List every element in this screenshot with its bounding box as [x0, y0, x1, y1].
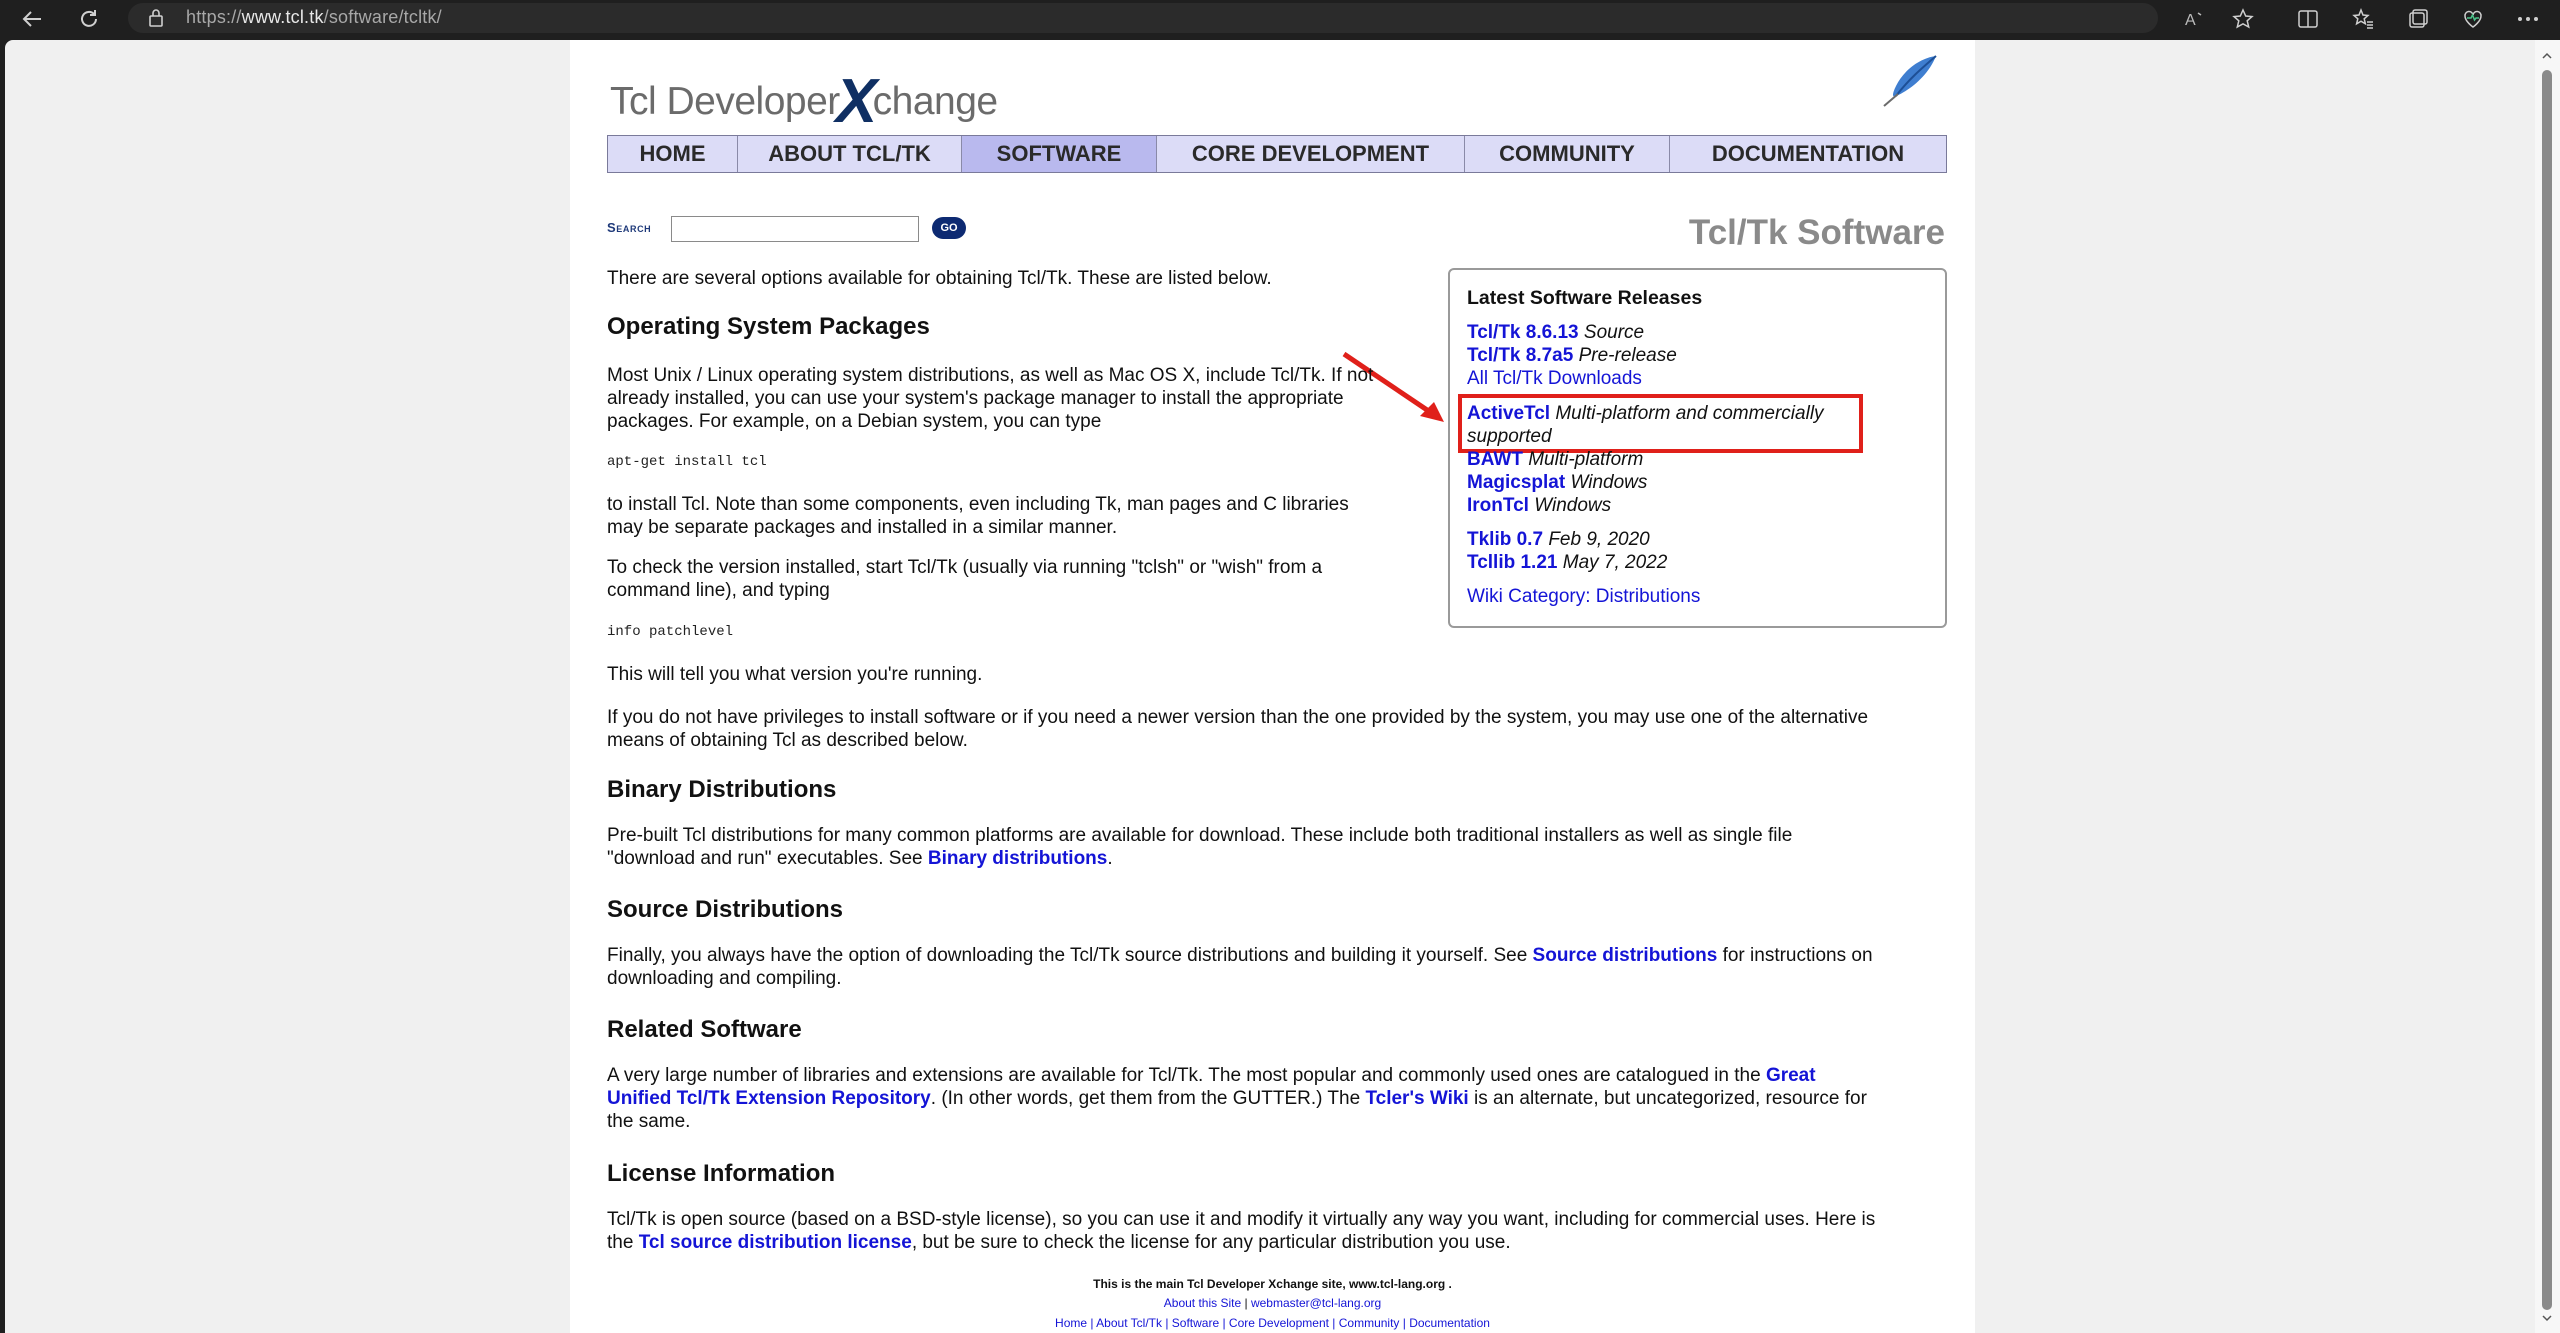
back-icon[interactable] — [16, 3, 48, 35]
code-info-patchlevel: info patchlevel — [607, 624, 734, 640]
release-irontcl: IronTcl Windows — [1467, 495, 1612, 516]
site-logo[interactable]: Tcl DeveloperXchange — [610, 58, 998, 136]
favorites-icon[interactable] — [2348, 4, 2378, 34]
refresh-icon[interactable] — [73, 3, 105, 35]
page-container: Tcl DeveloperXchange HOME ABOUT TCL/TK S… — [570, 40, 1975, 1333]
lock-icon[interactable] — [148, 8, 164, 33]
binary-paragraph: Pre-built Tcl distributions for many com… — [607, 825, 1793, 869]
binary-distributions-link[interactable]: Binary distributions — [928, 848, 1107, 869]
release-link[interactable]: Tcl/Tk 8.7a5 — [1467, 345, 1573, 366]
split-screen-icon[interactable] — [2293, 4, 2323, 34]
os-paragraph-3: To check the version installed, start Tc… — [607, 557, 1323, 601]
menu-about[interactable]: ABOUT TCL/TK — [738, 136, 962, 172]
menu-software[interactable]: SOFTWARE — [962, 136, 1157, 172]
source-paragraph: Finally, you always have the option of d… — [607, 945, 1873, 989]
gutter-link-cont[interactable]: Unified Tcl/Tk Extension Repository — [607, 1088, 931, 1109]
release-tcltk-8613: Tcl/Tk 8.6.13 Source — [1467, 322, 1645, 343]
license-link[interactable]: Tcl source distribution license — [639, 1232, 912, 1253]
release-link[interactable]: Tcl/Tk 8.6.13 — [1467, 322, 1579, 343]
release-tcltk-87a5: Tcl/Tk 8.7a5 Pre-release — [1467, 345, 1677, 366]
heading-source: Source Distributions — [607, 896, 844, 923]
code-apt-get: apt-get install tcl — [607, 454, 767, 470]
os-paragraph-5: If you do not have privileges to install… — [607, 707, 1869, 751]
release-wiki-category: Wiki Category: Distributions — [1467, 586, 1700, 608]
latest-releases-box: Latest Software Releases Tcl/Tk 8.6.13 S… — [1448, 268, 1947, 628]
intro-text: There are several options available for … — [607, 268, 1272, 289]
menu-documentation[interactable]: DOCUMENTATION — [1670, 136, 1946, 172]
feather-icon — [1870, 50, 1940, 115]
menu-core-development[interactable]: CORE DEVELOPMENT — [1157, 136, 1465, 172]
page-viewport: Tcl DeveloperXchange HOME ABOUT TCL/TK S… — [5, 40, 2535, 1333]
about-site-link[interactable]: About this Site — [1164, 1296, 1241, 1310]
gutter-link[interactable]: Great — [1766, 1065, 1816, 1086]
tklib-link[interactable]: Tklib 0.7 — [1467, 529, 1543, 550]
search-input[interactable] — [671, 216, 919, 242]
release-activetcl: ActiveTcl Multi-platform and commerciall… — [1467, 403, 1824, 424]
vertical-scrollbar[interactable] — [2535, 40, 2560, 1333]
favorite-star-icon[interactable] — [2228, 4, 2258, 34]
release-activetcl-note: supported — [1467, 426, 1552, 447]
heading-os-packages: Operating System Packages — [607, 313, 930, 340]
related-paragraph: A very large number of libraries and ext… — [607, 1065, 1867, 1132]
tclers-wiki-link[interactable]: Tcler's Wiki — [1365, 1088, 1468, 1109]
os-paragraph-2: to install Tcl. Note than some component… — [607, 494, 1349, 538]
search-go-button[interactable]: GO — [932, 217, 966, 239]
main-menu: HOME ABOUT TCL/TK SOFTWARE CORE DEVELOPM… — [607, 135, 1947, 173]
footer-nav-links[interactable]: Home | About Tcl/Tk | Software | Core De… — [1055, 1316, 1490, 1330]
footer-main: This is the main Tcl Developer Xchange s… — [1093, 1277, 1452, 1291]
collections-icon[interactable] — [2403, 4, 2433, 34]
browser-essentials-icon[interactable] — [2458, 4, 2488, 34]
webmaster-link[interactable]: webmaster@tcl-lang.org — [1251, 1296, 1381, 1310]
read-aloud-icon[interactable]: A — [2180, 4, 2210, 34]
heading-binary: Binary Distributions — [607, 776, 837, 803]
heading-related: Related Software — [607, 1016, 802, 1043]
irontcl-link[interactable]: IronTcl — [1467, 495, 1529, 516]
release-all-downloads: All Tcl/Tk Downloads — [1467, 368, 1642, 390]
url-text: https://www.tcl.tk/software/tcltk/ — [186, 7, 442, 27]
menu-home[interactable]: HOME — [608, 136, 738, 172]
footer-links: About this Site | webmaster@tcl-lang.org — [1163, 1296, 1382, 1310]
os-paragraph-4: This will tell you what version you're r… — [607, 664, 983, 685]
release-bawt: BAWT Multi-platform — [1467, 449, 1644, 470]
svg-text:A: A — [2185, 12, 2196, 29]
activetcl-link[interactable]: ActiveTcl — [1467, 403, 1550, 424]
scroll-thumb[interactable] — [2542, 70, 2552, 1310]
license-paragraph: Tcl/Tk is open source (based on a BSD-st… — [607, 1209, 1876, 1253]
magicsplat-link[interactable]: Magicsplat — [1467, 472, 1565, 493]
source-distributions-link[interactable]: Source distributions — [1533, 945, 1718, 966]
tcllib-link[interactable]: Tcllib 1.21 — [1467, 552, 1557, 573]
release-tklib: Tklib 0.7 Feb 9, 2020 — [1467, 529, 1650, 550]
more-menu-icon[interactable] — [2513, 4, 2543, 34]
search-label: Search — [607, 220, 652, 235]
releases-header: Latest Software Releases — [1467, 287, 1703, 309]
scroll-up-icon[interactable] — [2541, 50, 2553, 62]
scroll-down-icon[interactable] — [2541, 1312, 2553, 1324]
page-title: Tcl/Tk Software — [1688, 213, 1945, 252]
all-downloads-link[interactable]: All Tcl/Tk Downloads — [1467, 368, 1642, 389]
release-tcllib: Tcllib 1.21 May 7, 2022 — [1467, 552, 1668, 573]
release-magicsplat: Magicsplat Windows — [1467, 472, 1648, 493]
heading-license: License Information — [607, 1160, 836, 1187]
menu-community[interactable]: COMMUNITY — [1465, 136, 1670, 172]
os-paragraph-1: Most Unix / Linux operating system distr… — [607, 365, 1374, 432]
browser-toolbar: https://www.tcl.tk/software/tcltk/ A — [0, 0, 2560, 37]
bawt-link[interactable]: BAWT — [1467, 449, 1523, 470]
wiki-category-link[interactable]: Wiki Category: Distributions — [1467, 586, 1700, 607]
footer-nav: Home | About Tcl/Tk | Software | Core De… — [570, 1316, 1975, 1330]
